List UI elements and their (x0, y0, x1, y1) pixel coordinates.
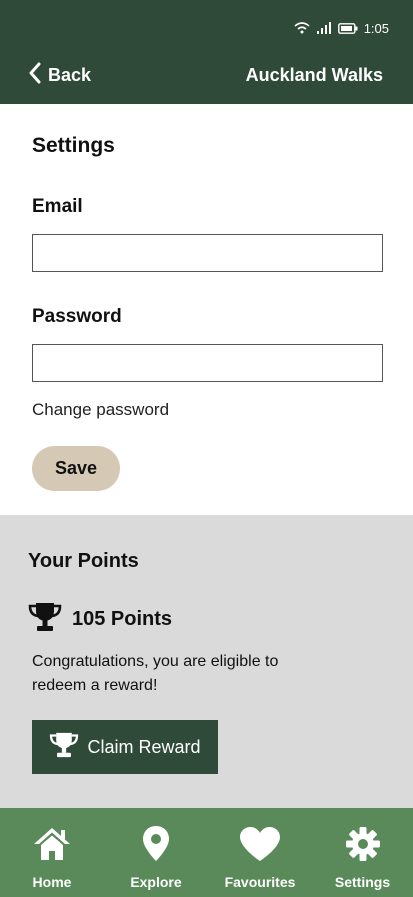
gear-icon (345, 824, 381, 864)
change-password-link[interactable]: Change password (32, 400, 169, 420)
tab-label: Favourites (224, 874, 296, 890)
bottom-tab-bar: Home Explore Favourites Settings (0, 808, 413, 897)
app-title: Auckland Walks (245, 65, 383, 85)
tab-label: Home (32, 874, 72, 890)
tab-favourites[interactable]: Favourites (208, 808, 312, 897)
save-button[interactable]: Save (32, 446, 120, 491)
claim-reward-button[interactable]: Claim Reward (32, 720, 218, 774)
status-time: 1:05 (363, 20, 389, 36)
trophy-icon (49, 732, 79, 763)
wifi-icon (294, 22, 310, 34)
tab-explore[interactable]: Explore (104, 808, 208, 897)
password-field[interactable] (32, 344, 383, 382)
reward-message: Congratulations, you are eligible to red… (32, 653, 279, 694)
home-icon (32, 824, 72, 864)
back-label: Back (48, 64, 92, 85)
nav-bar: Back Auckland Walks (0, 58, 413, 92)
claim-reward-label: Claim Reward (87, 736, 201, 757)
map-pin-icon (141, 824, 171, 864)
trophy-icon (28, 602, 62, 637)
points-value: 105 Points (72, 607, 173, 630)
back-button[interactable]: Back (28, 58, 91, 92)
tab-settings[interactable]: Settings (312, 808, 413, 897)
tab-home[interactable]: Home (0, 808, 104, 897)
points-summary: 105 Points (28, 602, 172, 636)
points-title: Your Points (28, 550, 139, 572)
email-label: Email (32, 196, 83, 217)
points-section: Your Points 105 Points Congratulations, … (0, 515, 413, 808)
settings-section: Settings Email Password Change password … (0, 104, 413, 515)
heart-icon (239, 824, 281, 864)
chevron-left-icon (28, 62, 42, 89)
password-label: Password (32, 306, 122, 327)
status-bar: 1:05 (294, 20, 389, 36)
battery-icon (337, 22, 358, 34)
tab-label: Settings (334, 874, 391, 890)
settings-title: Settings (32, 134, 115, 157)
email-field[interactable] (32, 234, 383, 272)
signal-icon (316, 22, 332, 34)
app-header: 1:05 Back Auckland Walks (0, 0, 413, 104)
tab-label: Explore (130, 874, 182, 890)
